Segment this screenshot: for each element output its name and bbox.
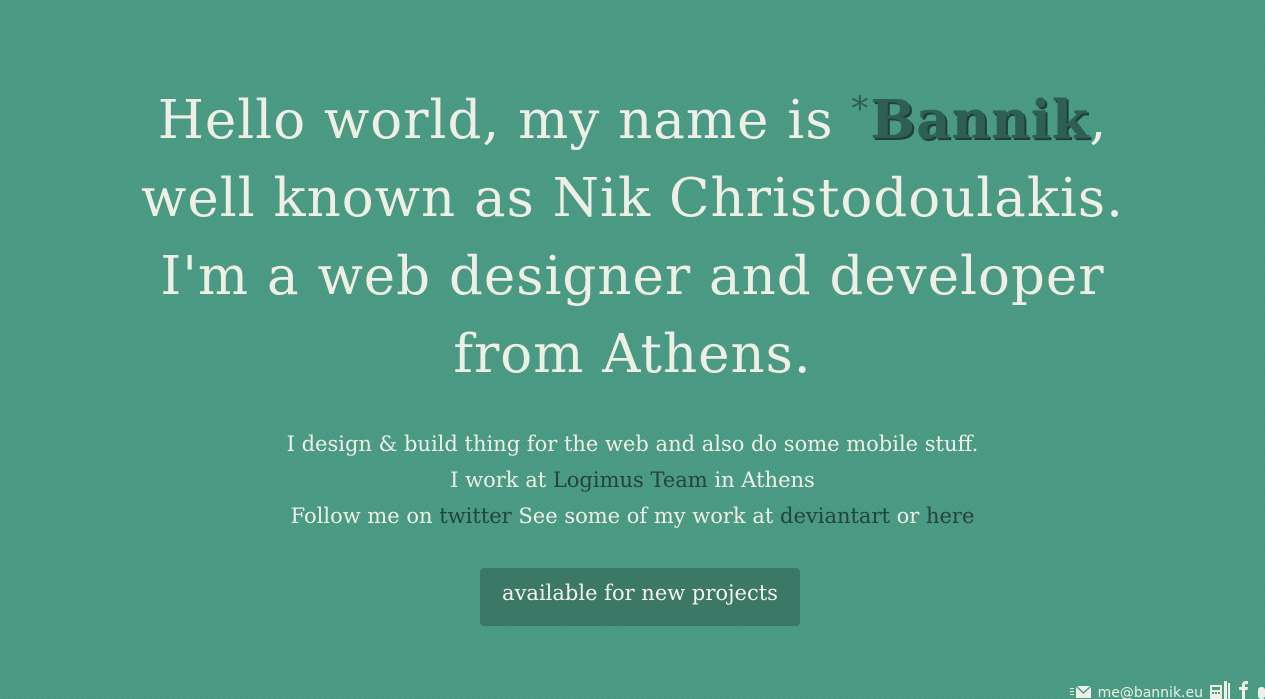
intro-row-2: I work at Logimus Team in Athens [0,462,1265,498]
deviantart-link[interactable]: deviantart [780,504,890,528]
headline-line-2: well known as Nik Christodoulakis. [141,168,1124,229]
twitter-link[interactable]: twitter [439,504,511,528]
logimus-team-link[interactable]: Logimus Team [553,468,708,492]
headline-line-3: I'm a web designer and developer [160,246,1105,307]
brand-star: * [851,89,870,129]
work-suffix: in Athens [707,468,815,492]
intro-row-3: Follow me on twitter See some of my work… [0,498,1265,534]
phone-icon[interactable] [1209,681,1231,699]
follow-prefix: Follow me on [290,504,440,528]
intro-row-1: I design & build thing for the web and a… [286,432,979,456]
brand-name: Bannik [870,89,1090,151]
work-text: See some of my work at [511,504,780,528]
intro: I design & build thing for the web and a… [0,426,1265,534]
work-prefix: I work at [450,468,553,492]
headline-line-1: Hello world, my name is *Bannik, [0,70,1265,160]
headline-prefix: Hello world, my name is [157,90,852,151]
headline-comma: , [1089,90,1108,151]
here-link[interactable]: here [926,504,974,528]
mail-icon[interactable] [1069,681,1092,699]
page: Hello world, my name is *Bannik, well kn… [0,0,1265,699]
more-icon[interactable] [1257,681,1265,699]
email-address[interactable]: me@bannik.eu [1098,686,1203,699]
headline: Hello world, my name is *Bannik, well kn… [0,70,1265,394]
or-text: or [889,504,926,528]
available-for-projects-button[interactable]: available for new projects [480,568,800,626]
footer-contact-bar: me@bannik.eu [1069,681,1265,699]
facebook-icon[interactable] [1237,681,1251,699]
headline-line-4: from Athens. [453,324,812,385]
brand-link[interactable]: *Bannik [851,89,1090,151]
